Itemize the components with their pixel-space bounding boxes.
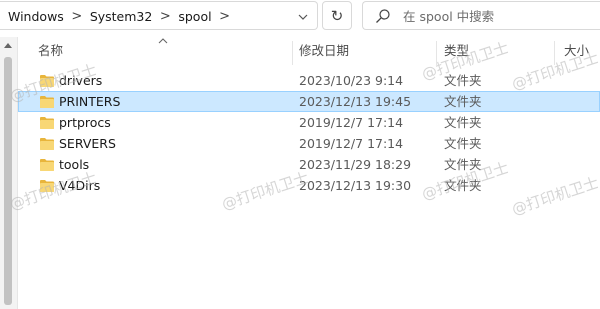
chevron-right-icon[interactable]: > — [66, 9, 88, 24]
search-placeholder: 在 spool 中搜索 — [403, 9, 495, 24]
refresh-icon: ↻ — [330, 6, 344, 25]
list-item[interactable]: tools 2023/11/29 18:29 文件夹 — [18, 154, 600, 175]
file-name: tools — [59, 157, 90, 172]
folder-icon — [40, 159, 54, 171]
chevron-down-icon — [298, 14, 308, 20]
refresh-button[interactable]: ↻ — [322, 1, 352, 30]
scroll-up-icon[interactable] — [4, 43, 12, 48]
list-item[interactable]: V4Dirs 2023/12/13 19:30 文件夹 — [18, 175, 600, 196]
file-date: 2019/12/7 17:14 — [299, 115, 404, 130]
file-name: drivers — [59, 73, 103, 88]
folder-icon — [40, 96, 54, 108]
address-bar[interactable]: Windows > System32 > spool > — [0, 1, 318, 30]
file-date: 2023/11/29 18:29 — [299, 157, 412, 172]
list-item[interactable]: prtprocs 2019/12/7 17:14 文件夹 — [18, 112, 600, 133]
column-date-modified[interactable]: 修改日期 — [299, 37, 349, 65]
chevron-right-icon[interactable]: > — [154, 9, 176, 24]
column-divider[interactable] — [292, 41, 293, 65]
column-divider[interactable] — [436, 41, 437, 65]
file-type: 文件夹 — [444, 94, 482, 109]
folder-icon — [40, 138, 54, 150]
column-divider[interactable] — [554, 41, 555, 65]
breadcrumb: Windows > System32 > spool > — [6, 2, 236, 31]
file-type: 文件夹 — [444, 157, 482, 172]
search-icon — [376, 9, 390, 23]
address-history-button[interactable] — [290, 2, 316, 31]
column-size[interactable]: 大小 — [564, 37, 589, 65]
folder-icon — [40, 117, 54, 129]
file-name: SERVERS — [59, 136, 116, 151]
file-date: 2019/12/7 17:14 — [299, 136, 404, 151]
folder-icon — [40, 75, 54, 87]
breadcrumb-windows[interactable]: Windows — [6, 9, 66, 24]
column-header: 名称 修改日期 类型 大小 — [18, 37, 600, 65]
sort-ascending-icon — [158, 38, 168, 44]
file-name: prtprocs — [59, 115, 111, 130]
navigation-pane-scrollbar[interactable] — [0, 37, 18, 309]
chevron-right-icon[interactable]: > — [214, 9, 236, 24]
file-type: 文件夹 — [444, 178, 482, 193]
breadcrumb-system32[interactable]: System32 — [88, 9, 155, 24]
breadcrumb-spool[interactable]: spool — [176, 9, 213, 24]
file-type: 文件夹 — [444, 73, 482, 88]
list-item[interactable]: SERVERS 2019/12/7 17:14 文件夹 — [18, 133, 600, 154]
list-item[interactable]: drivers 2023/10/23 9:14 文件夹 — [18, 70, 600, 91]
search-input[interactable]: 在 spool 中搜索 — [362, 1, 600, 30]
file-date: 2023/10/23 9:14 — [299, 73, 404, 88]
scrollbar-thumb[interactable] — [4, 57, 12, 305]
file-name: PRINTERS — [59, 94, 121, 109]
file-type: 文件夹 — [444, 115, 482, 130]
navigation-bar: Windows > System32 > spool > ↻ 在 spool 中… — [0, 0, 600, 33]
column-name[interactable]: 名称 — [38, 37, 63, 65]
file-name: V4Dirs — [59, 178, 101, 193]
folder-icon — [40, 180, 54, 192]
column-type[interactable]: 类型 — [444, 37, 469, 65]
list-item-selected[interactable]: PRINTERS 2023/12/13 19:45 文件夹 — [18, 91, 600, 112]
file-date: 2023/12/13 19:45 — [299, 94, 412, 109]
file-type: 文件夹 — [444, 136, 482, 151]
file-date: 2023/12/13 19:30 — [299, 178, 412, 193]
